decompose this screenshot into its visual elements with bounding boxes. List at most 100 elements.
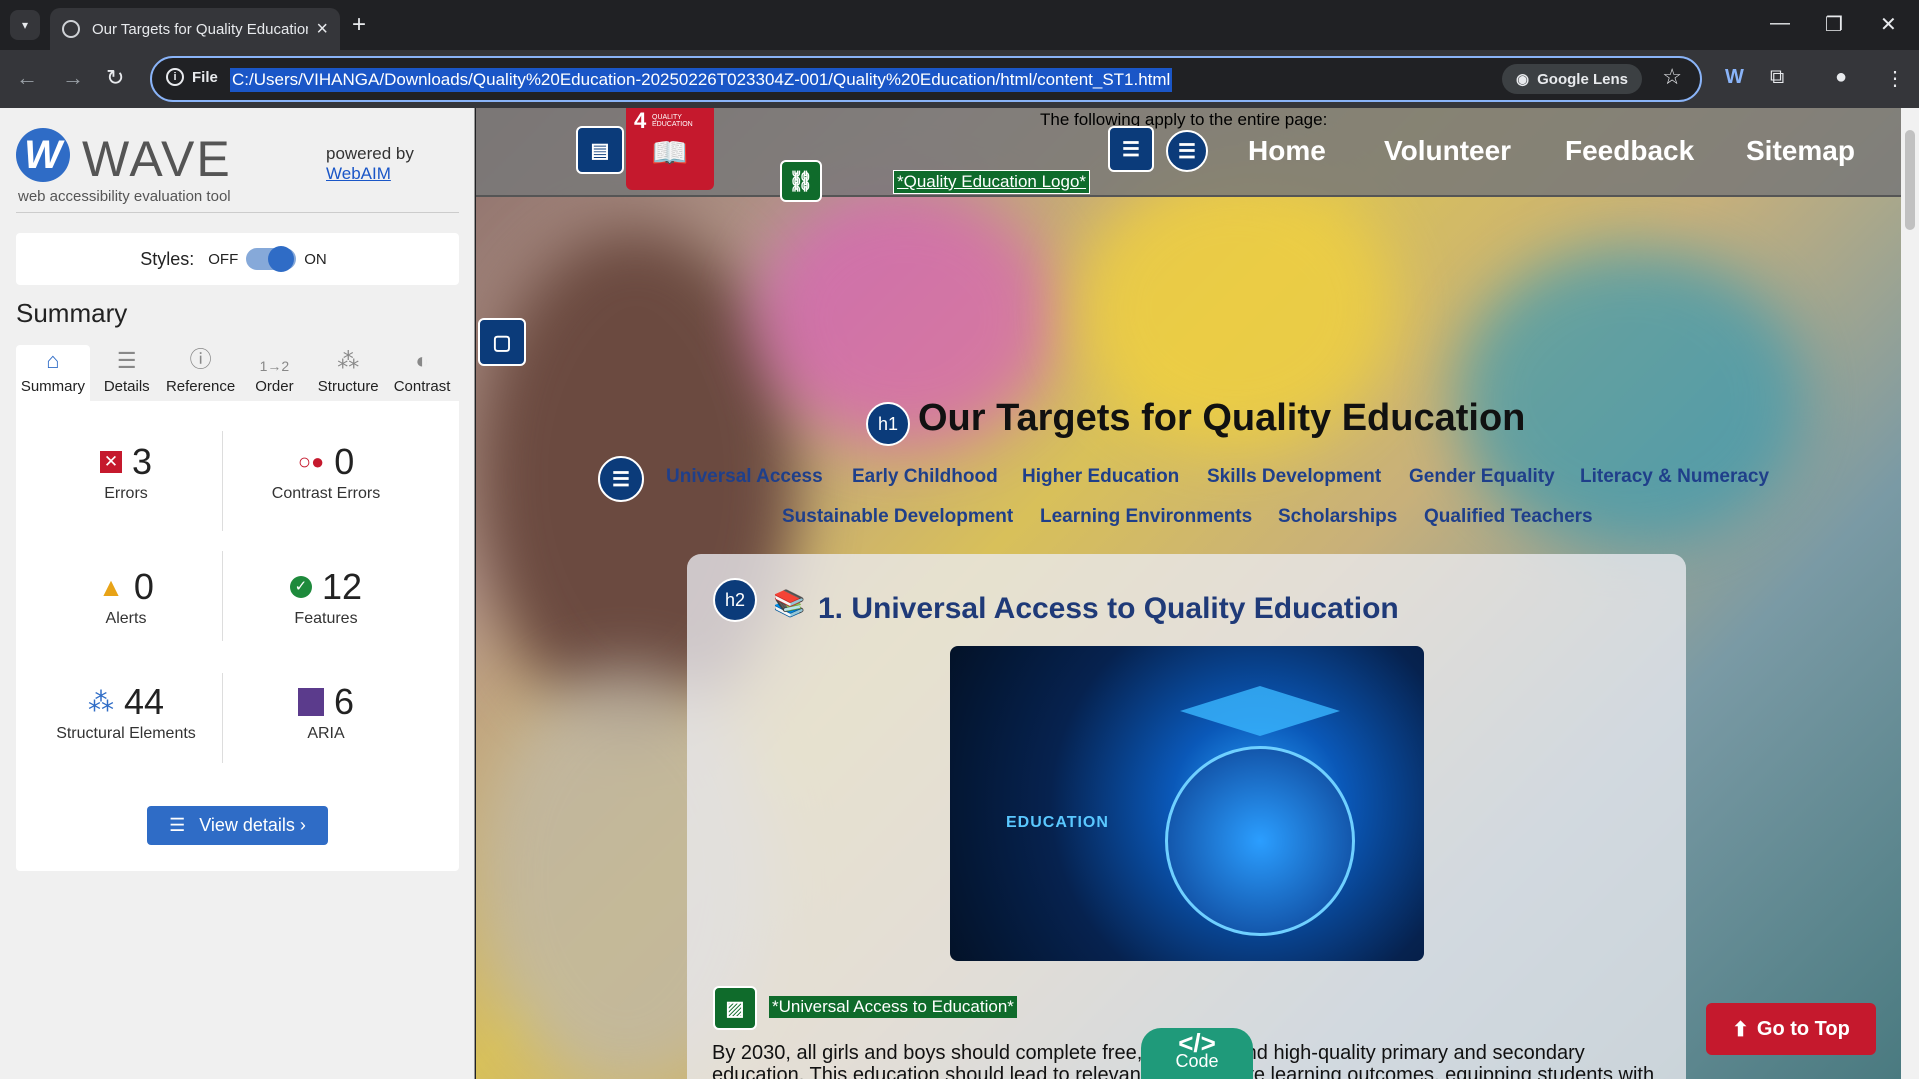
lens-label: Google Lens	[1537, 70, 1628, 88]
reload-icon[interactable]: ↻	[106, 65, 124, 91]
features-stat[interactable]: ✓ 12 Features	[226, 566, 426, 628]
browser-tab[interactable]: Our Targets for Quality Education ×	[50, 8, 340, 50]
list-icon: ☰	[116, 348, 137, 373]
toc-gender-equality[interactable]: Gender Equality	[1409, 466, 1555, 488]
errors-stat[interactable]: ✕ 3 Errors	[26, 441, 226, 503]
styles-label: Styles:	[140, 248, 195, 269]
toc-qualified-teachers[interactable]: Qualified Teachers	[1424, 506, 1593, 528]
tab-reference[interactable]: ⓘ Reference	[164, 345, 238, 401]
globe-icon	[62, 20, 80, 38]
url-scheme-label: File	[192, 68, 218, 86]
home-icon: ⌂	[46, 348, 60, 373]
go-to-top-button[interactable]: ⬆ Go to Top	[1706, 1003, 1876, 1055]
toc-scholarships[interactable]: Scholarships	[1278, 506, 1397, 528]
toc-universal-access[interactable]: Universal Access	[666, 466, 823, 488]
region-icon: ▤	[576, 126, 624, 174]
new-tab-button[interactable]: +	[352, 12, 366, 38]
globe-icon	[1165, 746, 1355, 936]
alert-icon: ▲	[98, 571, 124, 602]
extensions-icon[interactable]: ⧉	[1770, 66, 1784, 89]
scrollbar-thumb[interactable]	[1905, 130, 1915, 230]
wave-extension-icon[interactable]: W	[1725, 66, 1744, 89]
menu-icon[interactable]: ⋮	[1885, 66, 1905, 91]
section-card: h2 📚 1. Universal Access to Quality Educ…	[687, 554, 1686, 1079]
site-header: 4 QUALITY EDUCATION 📖 ▤ ⛓ *Quality Educa…	[476, 108, 1901, 202]
minimize-icon[interactable]: —	[1770, 12, 1790, 35]
wave-tabs: ⌂ Summary ☰ Details ⓘ Reference 1→2 Order ⁂ S…	[16, 345, 459, 401]
toc-sustainable-development[interactable]: Sustainable Development	[782, 506, 1013, 528]
address-bar[interactable]: i File C:/Users/VIHANGA/Downloads/Quality…	[150, 56, 1702, 102]
h2-badge-icon: h2	[713, 578, 757, 622]
back-icon[interactable]: ←	[16, 65, 38, 91]
sdg4-logo[interactable]: 4 QUALITY EDUCATION 📖	[626, 108, 714, 190]
structural-stat[interactable]: ⁂ 44 Structural Elements	[26, 681, 226, 743]
tab-details[interactable]: ☰ Details	[90, 345, 164, 401]
webaim-link[interactable]: WebAIM	[326, 164, 391, 183]
page-title: Our Targets for Quality Education	[918, 397, 1526, 439]
styles-toggle[interactable]	[246, 246, 297, 272]
alerts-label: Alerts	[105, 610, 147, 627]
toc-skills-development[interactable]: Skills Development	[1207, 466, 1381, 488]
toc-learning-environments[interactable]: Learning Environments	[1040, 506, 1252, 528]
education-hero-image: EDUCATION	[950, 646, 1424, 961]
nav-feedback[interactable]: Feedback	[1565, 135, 1694, 167]
features-label: Features	[294, 610, 358, 627]
feature-check-icon: ✓	[289, 576, 312, 598]
nav-volunteer[interactable]: Volunteer	[1384, 135, 1511, 167]
summary-panel: ✕ 3 Errors ○● 0 Contrast Errors ▲ 0 Alerts …	[16, 401, 459, 871]
tab-search-button[interactable]: ▾	[10, 10, 40, 40]
close-window-icon[interactable]: ✕	[1880, 12, 1897, 37]
tab-contrast[interactable]: ◐ Contrast	[385, 345, 459, 401]
section-title: 1. Universal Access to Quality Education	[818, 592, 1399, 625]
toc-literacy-numeracy[interactable]: Literacy & Numeracy	[1580, 466, 1769, 488]
code-icon: </>	[1178, 1028, 1216, 1058]
page-scrollbar[interactable]	[1901, 108, 1919, 1079]
contrast-icon: ◐	[415, 348, 429, 373]
logo-alt-text: *Quality Education Logo*	[893, 170, 1091, 194]
view-details-button[interactable]: ☰ View details ›	[147, 806, 328, 845]
powered-by: powered by WebAIM	[326, 144, 414, 184]
google-lens-button[interactable]: ◉ Google Lens	[1502, 64, 1642, 94]
error-icon: ✕	[99, 451, 122, 473]
tab-label: Structure	[317, 378, 379, 395]
order-icon: 1→2	[259, 358, 290, 374]
tab-label: Summary	[20, 378, 85, 395]
tab-structure[interactable]: ⁂ Structure	[311, 345, 385, 401]
image-icon: ▨	[713, 986, 757, 1030]
structural-label: Structural Elements	[56, 725, 196, 742]
nav-sitemap[interactable]: Sitemap	[1746, 135, 1855, 167]
info-icon: i	[166, 68, 184, 86]
forward-icon[interactable]: →	[62, 65, 84, 91]
tab-label: Contrast	[393, 378, 451, 395]
alerts-stat[interactable]: ▲ 0 Alerts	[26, 566, 226, 628]
toc-early-childhood[interactable]: Early Childhood	[852, 466, 998, 488]
code-toggle-button[interactable]: </> Code	[1141, 1028, 1253, 1079]
tab-summary[interactable]: ⌂ Summary	[16, 345, 90, 401]
book-icon: 📖	[651, 137, 689, 170]
lens-icon: ◉	[1516, 71, 1530, 88]
toc-higher-education[interactable]: Higher Education	[1022, 466, 1179, 488]
structure-icon: ⁂	[337, 348, 360, 373]
hero-text: EDUCATION	[1006, 814, 1109, 831]
bookmark-star-icon[interactable]: ☆	[1662, 64, 1682, 90]
nav-home[interactable]: Home	[1248, 135, 1326, 167]
aria-stat[interactable]: 6 ARIA	[226, 681, 426, 743]
aria-label: ARIA	[307, 725, 345, 742]
tab-order[interactable]: 1→2 Order	[237, 345, 311, 401]
site-info-button[interactable]: i File	[166, 68, 218, 86]
url-text[interactable]: C:/Users/VIHANGA/Downloads/Quality%20Edu…	[230, 68, 1173, 92]
contrast-errors-stat[interactable]: ○● 0 Contrast Errors	[226, 441, 426, 503]
view-details-label: View details ›	[199, 815, 306, 835]
linked-image-icon: ⛓	[780, 160, 822, 202]
powered-by-label: powered by	[326, 144, 414, 163]
graduation-cap-icon	[1180, 686, 1340, 736]
contrast-error-icon: ○●	[297, 449, 325, 474]
list-icon: ☰	[169, 815, 186, 835]
wave-subtitle: web accessibility evaluation tool	[18, 188, 231, 205]
restore-icon[interactable]: ❐	[1825, 12, 1843, 37]
web-page: 4 QUALITY EDUCATION 📖 ▤ ⛓ *Quality Educa…	[476, 108, 1901, 1079]
profile-icon[interactable]: ●	[1835, 66, 1847, 89]
summary-heading: Summary	[16, 298, 128, 328]
close-tab-icon[interactable]: ×	[316, 18, 328, 41]
toggle-knob	[268, 246, 295, 272]
